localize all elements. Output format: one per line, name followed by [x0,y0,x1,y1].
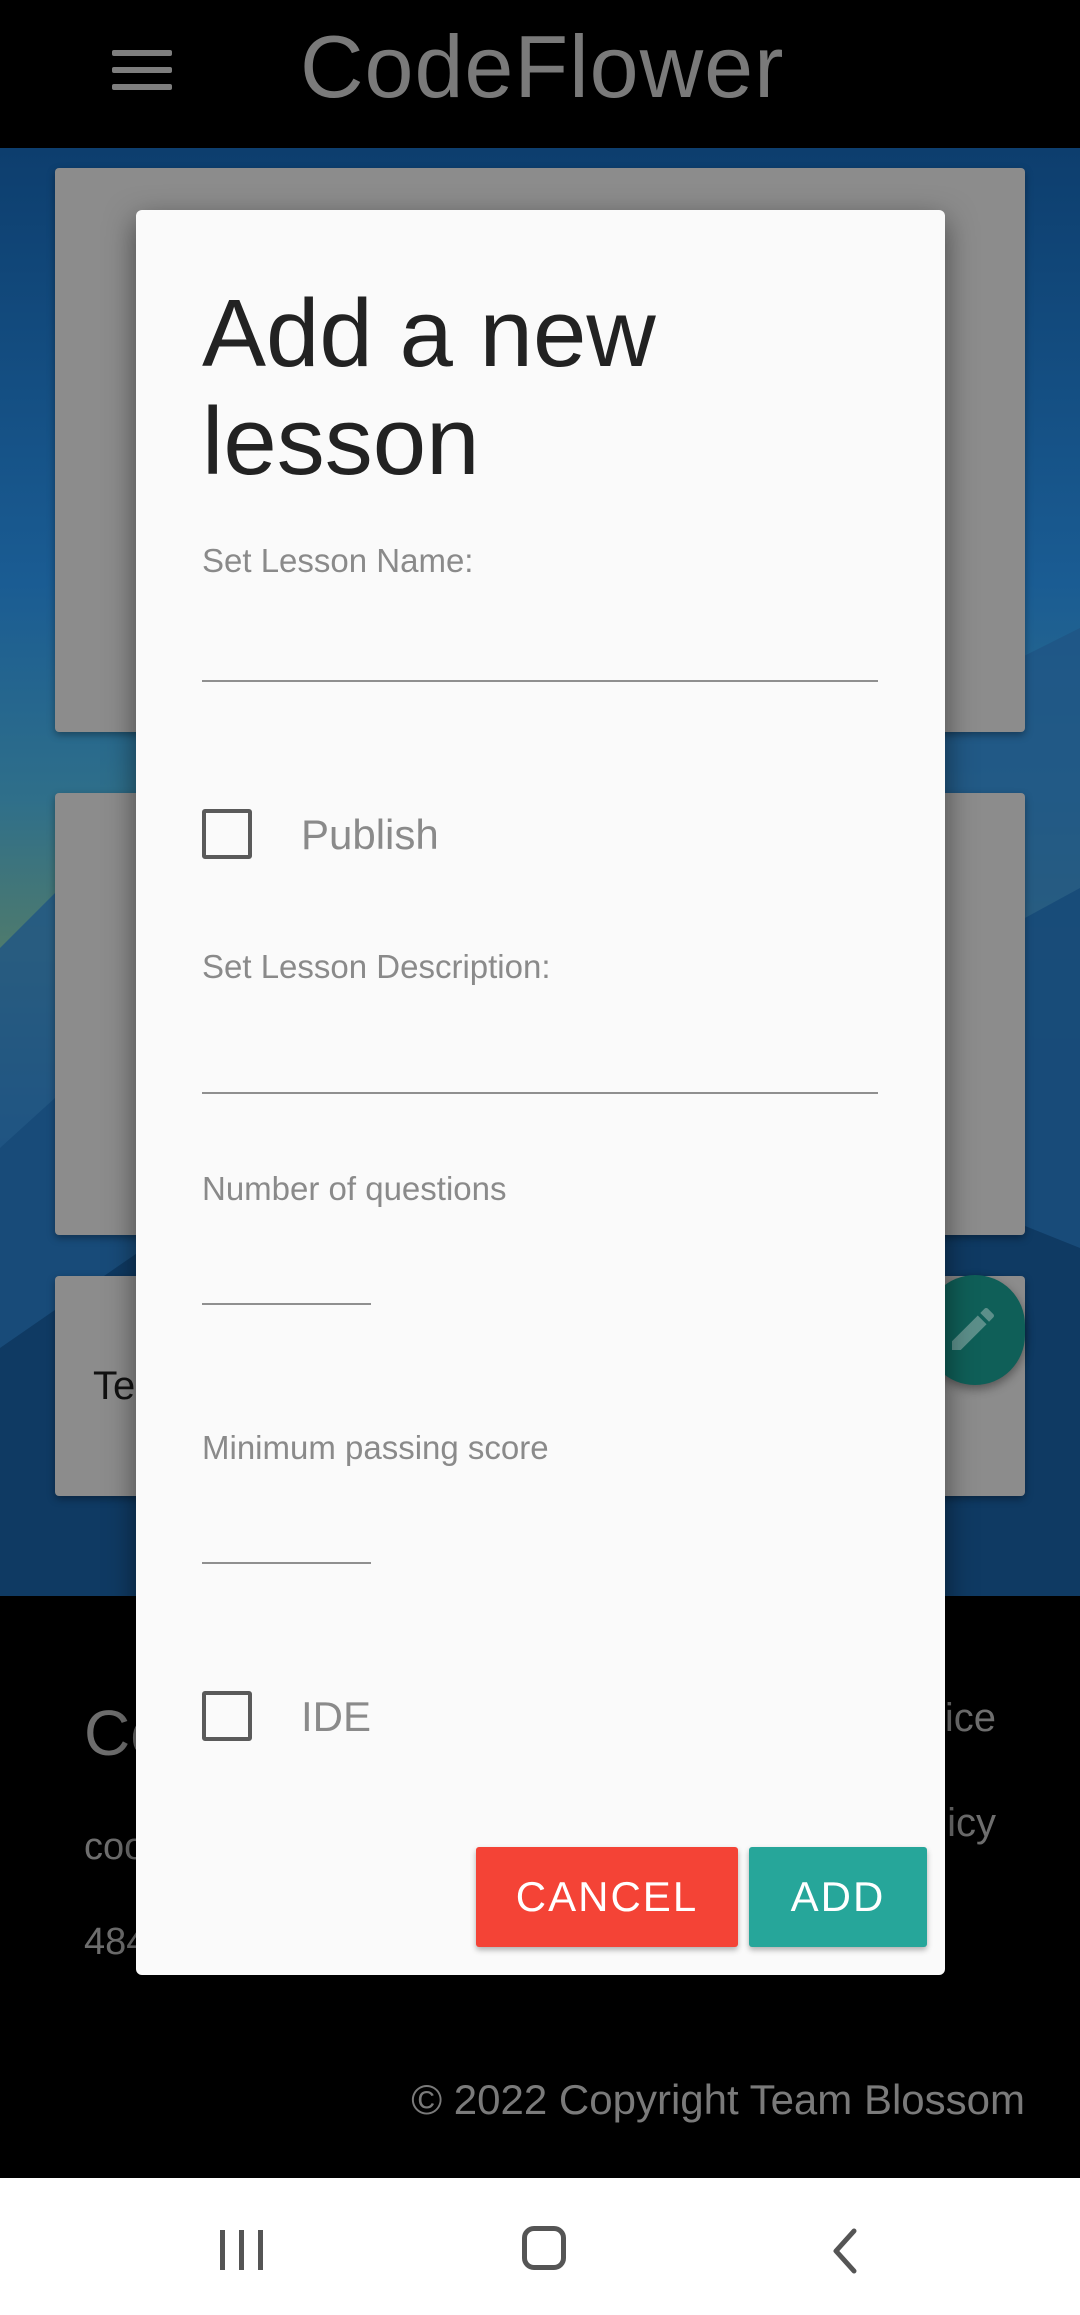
ide-label: IDE [301,1693,372,1740]
app-bar: CodeFlower [0,0,1080,148]
min-passing-score-label: Minimum passing score [202,1429,549,1466]
lesson-card-title: Te [93,1364,136,1408]
hamburger-menu-icon[interactable] [112,50,172,90]
publish-checkbox[interactable] [202,809,252,859]
pencil-icon [952,1307,995,1350]
lesson-description-input[interactable] [202,1024,878,1094]
lesson-name-input[interactable] [202,612,878,682]
add-lesson-dialog: Add a new lesson Set Lesson Name: Publis… [136,210,945,1975]
recents-icon[interactable] [220,2230,266,2270]
back-icon[interactable] [830,2228,860,2274]
num-questions-label: Number of questions [202,1170,507,1207]
app-title: CodeFlower [300,17,785,116]
copyright-text: © 2022 Copyright Team Blossom [411,2076,1025,2123]
publish-label: Publish [301,811,439,858]
system-nav-bar [0,2178,1080,2315]
ide-checkbox-row[interactable]: IDE [202,1687,702,1747]
dialog-title: Add a new lesson [202,280,656,495]
lesson-name-label: Set Lesson Name: [202,542,474,579]
lesson-description-label: Set Lesson Description: [202,948,551,985]
publish-checkbox-row[interactable]: Publish [202,805,702,865]
ide-checkbox[interactable] [202,1691,252,1741]
footer-link[interactable]: icy [947,1801,996,1846]
cancel-button[interactable]: CANCEL [476,1847,738,1947]
footer-link[interactable]: ice [945,1696,996,1741]
home-icon[interactable] [522,2226,566,2270]
add-button[interactable]: ADD [749,1847,927,1947]
num-questions-input[interactable] [202,1235,371,1305]
min-passing-score-input[interactable] [202,1494,371,1564]
